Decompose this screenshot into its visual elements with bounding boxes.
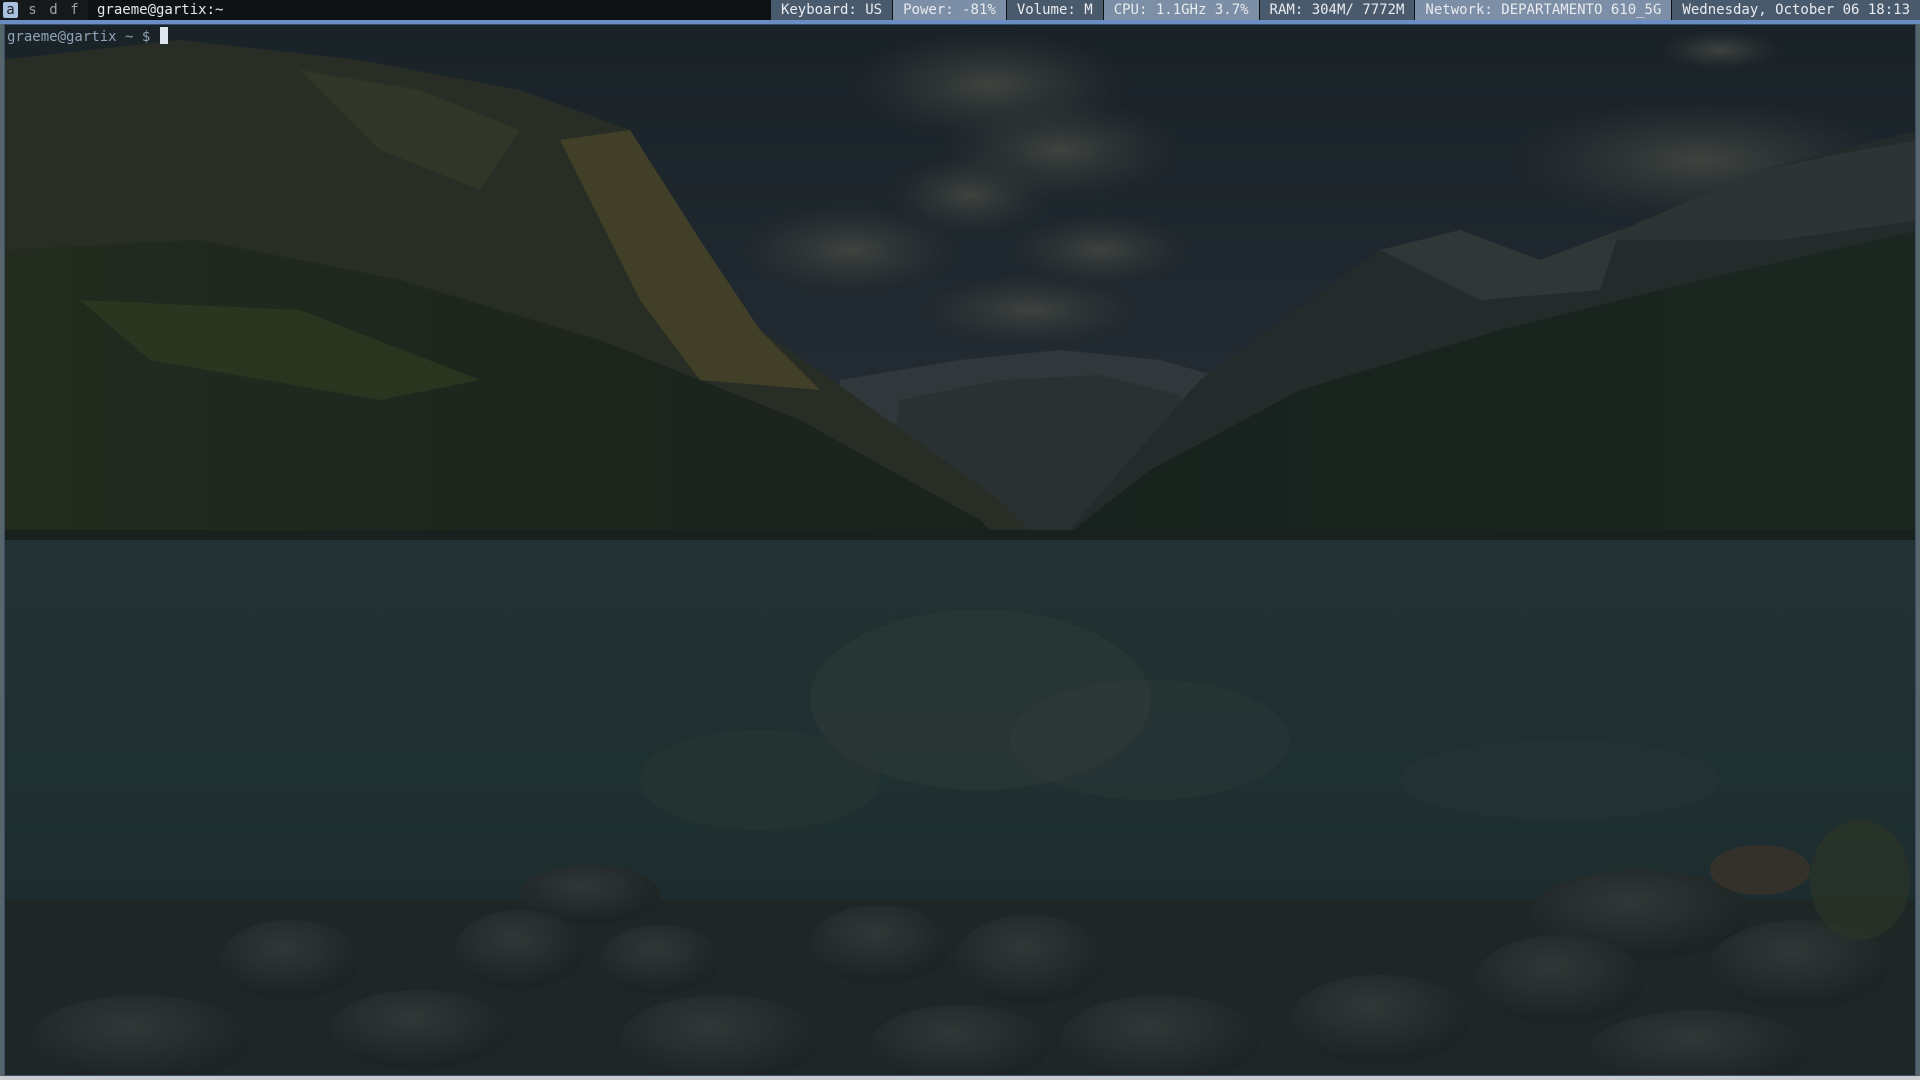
status-datetime[interactable]: Wednesday, October 06 18:13 <box>1671 0 1920 20</box>
status-power[interactable]: Power: -81% <box>892 0 1006 20</box>
workspace-label: a <box>6 2 15 18</box>
terminal-prompt: graeme@gartix ~ $ <box>7 29 159 45</box>
right-screen-edge <box>1916 24 1920 1076</box>
terminal-prompt-line[interactable]: graeme@gartix ~ $ <box>7 27 168 47</box>
workspace-s[interactable]: s <box>22 0 43 20</box>
bar-accent-line <box>0 20 1920 24</box>
status-keyboard[interactable]: Keyboard: US <box>769 0 893 20</box>
status-volume[interactable]: Volume: M <box>1005 0 1103 20</box>
workspace-label: d <box>49 2 58 18</box>
bottom-screen-edge <box>0 1076 1920 1080</box>
status-blocks: Keyboard: US Power: -81% Volume: M CPU: … <box>769 0 1920 20</box>
focused-window-title: graeme@gartix:~ <box>88 0 818 20</box>
terminal-cursor <box>159 27 168 44</box>
workspace-a[interactable]: a <box>0 0 21 20</box>
workspace-label: s <box>28 2 37 18</box>
status-bar: a s d f graeme@gartix:~ Keyboard: US Pow… <box>0 0 1920 20</box>
workspace-d[interactable]: d <box>43 0 64 20</box>
status-ram[interactable]: RAM: 304M/ 7772M <box>1258 0 1415 20</box>
status-network[interactable]: Network: DEPARTAMENTO 610_5G <box>1414 0 1672 20</box>
workspace-f[interactable]: f <box>64 0 85 20</box>
workspace-label: f <box>70 2 79 18</box>
desktop: graeme@gartix ~ $ a s d f graeme@gartix:… <box>0 0 1920 1080</box>
status-cpu[interactable]: CPU: 1.1GHz 3.7% <box>1102 0 1259 20</box>
terminal-window[interactable]: graeme@gartix ~ $ <box>4 24 1916 1076</box>
